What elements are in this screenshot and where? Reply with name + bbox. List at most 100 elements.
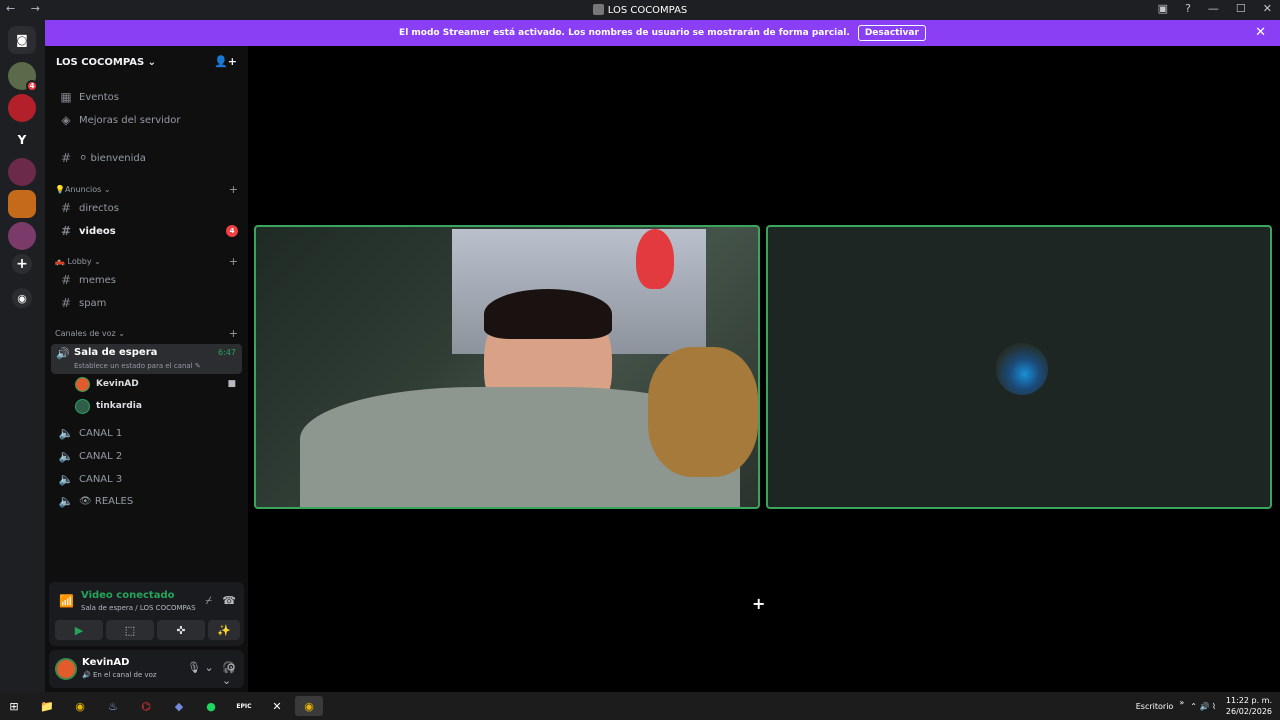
video-lamp [636,229,674,289]
voice-member-tinkardia[interactable]: tinkardia [75,397,240,415]
window-controls: ▣ ? — ☐ ✕ [1158,2,1272,15]
crosshair-cursor-icon: + [752,594,766,613]
boost-icon: ◈ [61,113,71,127]
category-lobby[interactable]: 🛻 Lobby ⌄ + [55,254,242,268]
server-icon-1[interactable]: 4 [8,62,38,92]
video-tile-kevinad[interactable] [254,225,760,509]
channel-label: directos [79,202,119,214]
steam-icon[interactable]: ♨ [102,696,124,716]
maximize-button[interactable]: ☐ [1236,2,1246,15]
video-person-hair [484,289,612,339]
date: 26/02/2026 [1225,707,1272,716]
voice-channel-3[interactable]: 🔈 CANAL 3 [53,469,242,489]
hash-icon: # [60,201,72,215]
app-icon-5[interactable]: ⌬ [135,696,157,716]
hash-icon: # [60,224,72,238]
avatar [75,376,90,392]
start-button[interactable]: ⊞ [3,696,25,716]
channel-label: 👁 REALES [79,495,134,507]
hash-icon: # [60,151,72,165]
channel-label: CANAL 3 [79,473,123,485]
discover-icon[interactable]: ◉ [12,288,32,308]
discord-home-icon[interactable]: ◙ [8,26,36,54]
server-icon-2[interactable] [8,94,36,122]
desktop-label[interactable]: Escritorio [1136,702,1174,711]
server-icon-6[interactable] [8,222,36,250]
discord-taskbar-icon[interactable]: ◆ [168,696,190,716]
username: KevinAD [82,657,130,668]
title-bar: ← → LOS COCOMPAS ▣ ? — ☐ ✕ [0,0,1280,20]
minimize-button[interactable]: — [1208,2,1219,15]
camera-button[interactable]: ▶ [55,620,103,640]
voice-member-kevinad[interactable]: KevinAD ■ [75,375,240,393]
voice-channel-1[interactable]: 🔈 CANAL 1 [53,423,242,443]
add-server-icon[interactable]: + [12,254,32,274]
chrome-icon[interactable]: ◉ [69,696,91,716]
voice-channel-2[interactable]: 🔈 CANAL 2 [53,446,242,466]
invite-icon[interactable]: 👤+ [214,55,237,68]
connection-location[interactable]: Sala de espera / LOS COCOMPAS [81,604,196,612]
server-header[interactable]: LOS COCOMPAS ⌄ 👤+ [45,46,248,78]
gear-icon[interactable]: ⚙ [226,661,236,674]
user-status: 🔊 En el canal de voz [82,671,157,679]
microphone-icon[interactable]: 🎙 ⌄ [187,661,214,674]
tray-icons[interactable]: ⌃ 🔊 ⌇ [1190,702,1216,711]
member-name: tinkardia [96,401,142,411]
soundboard-button[interactable]: ✨ [208,620,240,640]
channel-status[interactable]: Establece un estado para el canal ✎ [74,362,201,370]
chevron-icon[interactable]: » [1179,698,1184,707]
help-icon[interactable]: ? [1185,2,1191,15]
channel-label: videos [79,225,116,237]
time: 11:22 p. m. [1225,696,1272,705]
voice-connection-panel: 📶 Video conectado Sala de espera / LOS C… [49,582,244,646]
channel-bienvenida[interactable]: # ⚪ bienvenida [53,148,242,168]
server-icon-3[interactable]: Y [8,126,36,154]
add-channel-icon[interactable]: + [229,255,238,268]
calendar-icon: ▦ [60,90,72,104]
events-item[interactable]: ▦ Eventos [53,87,242,107]
activities-button[interactable]: ✜ [157,620,205,640]
capcut-icon[interactable]: ✕ [266,696,288,716]
channel-videos[interactable]: # videos 4 [53,221,242,241]
voice-channel-name: Sala de espera [74,347,158,358]
banner-message: El modo Streamer está activado. Los nomb… [399,28,850,38]
category-label: 💡Anuncios ⌄ [55,184,111,194]
video-tile-tinkardia[interactable] [766,225,1272,509]
channel-label: CANAL 2 [79,450,123,462]
add-channel-icon[interactable]: + [229,327,238,340]
signal-icon[interactable]: 📶 [59,594,74,608]
clock[interactable]: 11:22 p. m. 26/02/2026 [1226,695,1272,717]
server-icon-los-cocompas[interactable] [8,190,36,218]
category-anuncios[interactable]: 💡Anuncios ⌄ + [55,182,242,196]
boosts-item[interactable]: ◈ Mejoras del servidor [53,110,242,130]
add-channel-icon[interactable]: + [229,183,238,196]
deactivate-button[interactable]: Desactivar [857,25,926,41]
category-voice[interactable]: Canales de voz ⌄ + [55,326,242,340]
noise-suppression-icon[interactable]: ⌿ [205,594,212,608]
boosts-label: Mejoras del servidor [79,114,181,126]
camera-icon: ■ [227,379,236,389]
channel-spam[interactable]: # spam [53,293,242,313]
voice-channel-reales[interactable]: 🔈 👁 REALES [53,491,242,511]
file-explorer-icon[interactable]: 📁 [36,696,58,716]
category-label: Canales de voz ⌄ [55,328,125,338]
server-icon-4[interactable] [8,158,36,186]
channel-directos[interactable]: # directos [53,198,242,218]
close-window-button[interactable]: ✕ [1263,2,1272,15]
chrome-active-icon[interactable]: ◉ [295,696,323,716]
spotify-icon[interactable]: ● [200,696,222,716]
channel-label: spam [79,297,107,309]
channel-memes[interactable]: # memes [53,270,242,290]
inbox-icon[interactable]: ▣ [1158,2,1168,15]
window-title: LOS COCOMPAS [0,4,1280,16]
avatar [996,343,1048,395]
disconnect-icon[interactable]: ☎ [222,594,236,607]
close-icon[interactable]: ✕ [1255,25,1266,40]
locked-speaker-icon: 🔈 [58,494,74,508]
screen-share-button[interactable]: ⬚ [106,620,154,640]
video-guitar [648,347,758,477]
epic-games-icon[interactable]: EPIC [233,696,255,716]
voice-channel-sala-de-espera[interactable]: 🔊 Sala de espera 6:47 Establece un estad… [51,344,242,374]
system-tray: Escritorio » ⌃ 🔊 ⌇ 11:22 p. m. 26/02/202… [1136,694,1272,718]
avatar[interactable] [55,658,77,680]
